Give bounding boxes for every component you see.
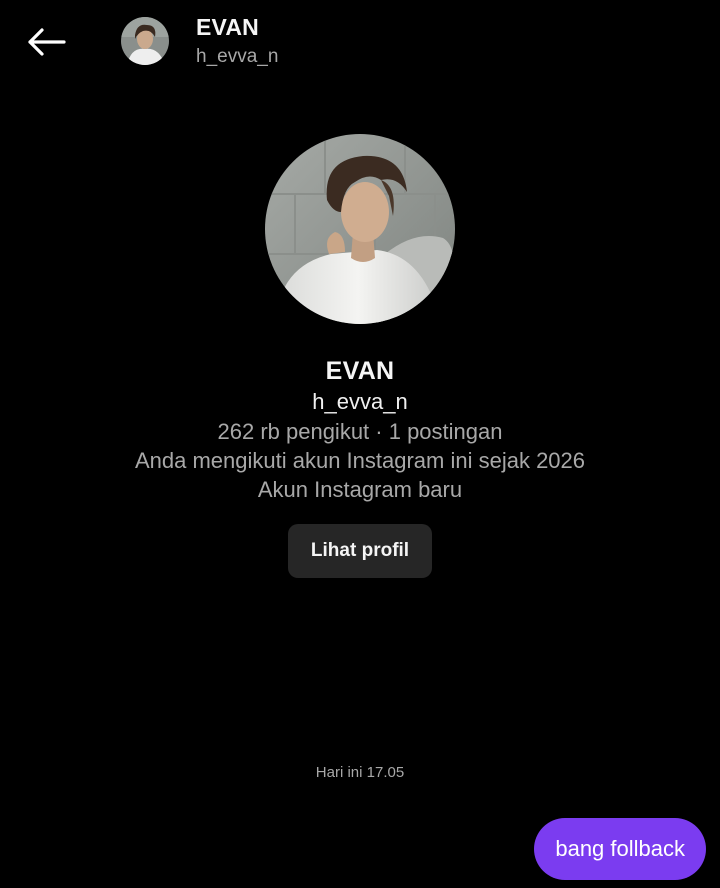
- back-button[interactable]: [22, 20, 70, 64]
- follow-since-text: Anda mengikuti akun Instagram ini sejak …: [134, 448, 586, 473]
- account-note: Akun Instagram baru: [257, 477, 463, 502]
- sent-message-bubble[interactable]: bang follback: [534, 818, 706, 880]
- chat-header: EVAN h_evva_n: [0, 0, 720, 84]
- arrow-left-icon: [28, 28, 66, 56]
- profile-avatar[interactable]: [265, 134, 455, 324]
- view-profile-button[interactable]: Lihat profil: [288, 524, 432, 578]
- profile-card: EVAN h_evva_n 262 rb pengikut · 1 postin…: [0, 130, 720, 578]
- header-avatar[interactable]: [121, 17, 169, 65]
- profile-stats: 262 rb pengikut · 1 postingan: [217, 419, 503, 444]
- header-username: h_evva_n: [196, 46, 279, 67]
- profile-username: h_evva_n: [312, 389, 408, 414]
- message-timestamp: Hari ini 17.05: [315, 764, 405, 781]
- profile-name: EVAN: [325, 357, 395, 385]
- header-name[interactable]: EVAN: [196, 14, 259, 41]
